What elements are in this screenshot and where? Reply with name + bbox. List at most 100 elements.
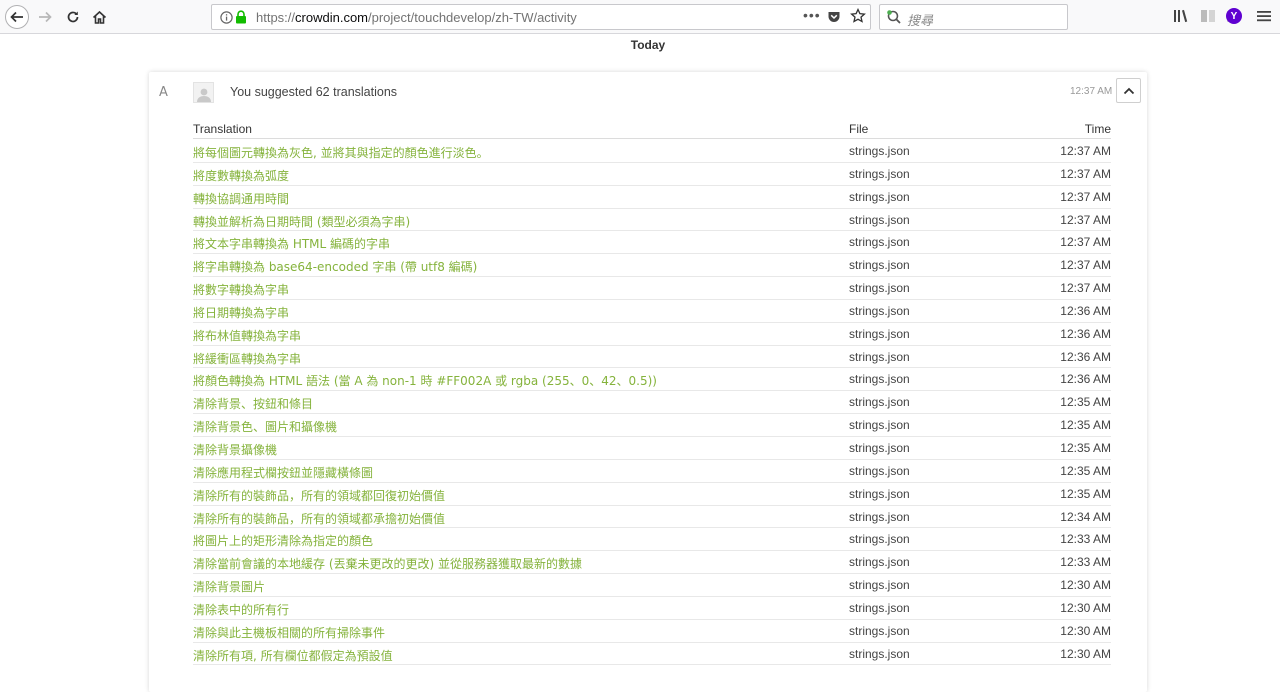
row-time: 12:37 AM bbox=[1060, 190, 1111, 204]
translation-link[interactable]: 清除所有項, 所有欄位都假定為預設值 bbox=[193, 647, 393, 664]
translation-link[interactable]: 清除表中的所有行 bbox=[193, 601, 289, 618]
avatar bbox=[193, 82, 214, 103]
library-icon[interactable] bbox=[1173, 8, 1189, 24]
file-name: strings.json bbox=[849, 235, 910, 249]
translation-link[interactable]: 將每個圖元轉換為灰色, 並將其與指定的顏色進行淡色。 bbox=[193, 144, 489, 161]
translation-link[interactable]: 清除背景色、圖片和攝像機 bbox=[193, 418, 337, 435]
file-name: strings.json bbox=[849, 167, 910, 181]
table-row: 將字串轉換為 base64-encoded 字串 (帶 utf8 編碼) stri… bbox=[193, 254, 1111, 277]
table-row: 轉換並解析為日期時間 (類型必須為字串) strings.json 12:37 AM bbox=[193, 209, 1111, 232]
translation-link[interactable]: 將顏色轉換為 HTML 語法 (當 A 為 non-1 時 #FF002A 或 … bbox=[193, 372, 657, 389]
column-header-file: File bbox=[849, 122, 868, 136]
back-button[interactable] bbox=[5, 5, 29, 29]
table-row: 清除當前會議的本地緩存 (丟棄未更改的更改) 並從服務器獲取最新的數據 strin… bbox=[193, 551, 1111, 574]
home-icon bbox=[92, 10, 107, 25]
activity-time: 12:37 AM bbox=[1070, 86, 1112, 97]
activity-summary: You suggested 62 translations bbox=[230, 85, 397, 99]
translation-link[interactable]: 將布林值轉換為字串 bbox=[193, 327, 301, 344]
column-header-time: Time bbox=[1085, 122, 1111, 136]
activity-card: A⁲ You suggested 62 translations 12:37 A… bbox=[149, 72, 1147, 692]
table-row: 將數字轉換為字串 strings.json 12:37 AM bbox=[193, 277, 1111, 300]
back-arrow-icon bbox=[10, 10, 24, 24]
profile-icon[interactable]: Y bbox=[1226, 8, 1242, 24]
menu-icon[interactable] bbox=[1256, 8, 1272, 24]
translation-link[interactable]: 轉換協調通用時間 bbox=[193, 190, 289, 207]
lock-icon bbox=[235, 10, 247, 24]
row-time: 12:37 AM bbox=[1060, 144, 1111, 158]
table-row: 清除背景圖片 strings.json 12:30 AM bbox=[193, 574, 1111, 597]
table-row: 清除背景、按鈕和條目 strings.json 12:35 AM bbox=[193, 391, 1111, 414]
translation-link[interactable]: 將度數轉換為弧度 bbox=[193, 167, 289, 184]
file-name: strings.json bbox=[849, 190, 910, 204]
translate-icon: A⁲ bbox=[159, 85, 168, 100]
translation-link[interactable]: 將圖片上的矩形清除為指定的顏色 bbox=[193, 532, 373, 549]
row-time: 12:35 AM bbox=[1060, 464, 1111, 478]
translation-link[interactable]: 清除所有的裝飾品，所有的領域都回復初始價值 bbox=[193, 487, 445, 504]
file-name: strings.json bbox=[849, 601, 910, 615]
file-name: strings.json bbox=[849, 555, 910, 569]
file-name: strings.json bbox=[849, 578, 910, 592]
browser-toolbar: https://crowdin.com/project/touchdevelop… bbox=[0, 0, 1280, 34]
file-name: strings.json bbox=[849, 258, 910, 272]
row-time: 12:35 AM bbox=[1060, 418, 1111, 432]
table-row: 將日期轉換為字串 strings.json 12:36 AM bbox=[193, 300, 1111, 323]
url-text: https://crowdin.com/project/touchdevelop… bbox=[256, 10, 577, 25]
file-name: strings.json bbox=[849, 213, 910, 227]
row-time: 12:36 AM bbox=[1060, 304, 1111, 318]
translation-link[interactable]: 將數字轉換為字串 bbox=[193, 281, 289, 298]
translation-link[interactable]: 將字串轉換為 base64-encoded 字串 (帶 utf8 編碼) bbox=[193, 258, 477, 275]
table-row: 將度數轉換為弧度 strings.json 12:37 AM bbox=[193, 163, 1111, 186]
translation-link[interactable]: 清除背景攝像機 bbox=[193, 441, 277, 458]
translation-link[interactable]: 清除與此主機板相關的所有掃除事件 bbox=[193, 624, 385, 641]
file-name: strings.json bbox=[849, 144, 910, 158]
table-row: 轉換協調通用時間 strings.json 12:37 AM bbox=[193, 186, 1111, 209]
file-name: strings.json bbox=[849, 487, 910, 501]
search-placeholder: 搜尋 bbox=[907, 10, 933, 29]
reader-view-icon[interactable] bbox=[1200, 8, 1216, 24]
pocket-icon[interactable] bbox=[827, 10, 841, 24]
translation-link[interactable]: 轉換並解析為日期時間 (類型必須為字串) bbox=[193, 213, 410, 230]
translation-link[interactable]: 清除所有的裝飾品，所有的領域都承擔初始價值 bbox=[193, 510, 445, 527]
translation-link[interactable]: 清除當前會議的本地緩存 (丟棄未更改的更改) 並從服務器獲取最新的數據 bbox=[193, 555, 582, 572]
bookmark-star-icon[interactable] bbox=[850, 8, 866, 24]
search-bar[interactable]: 搜尋 bbox=[879, 4, 1068, 30]
table-row: 將布林值轉換為字串 strings.json 12:36 AM bbox=[193, 323, 1111, 346]
file-name: strings.json bbox=[849, 647, 910, 661]
row-time: 12:33 AM bbox=[1060, 555, 1111, 569]
table-row: 將緩衝區轉換為字串 strings.json 12:36 AM bbox=[193, 346, 1111, 369]
row-time: 12:30 AM bbox=[1060, 601, 1111, 615]
translation-link[interactable]: 清除背景、按鈕和條目 bbox=[193, 395, 313, 412]
row-time: 12:30 AM bbox=[1060, 624, 1111, 638]
translation-link[interactable]: 將文本字串轉換為 HTML 編碼的字串 bbox=[193, 235, 390, 252]
reload-button[interactable] bbox=[61, 5, 85, 29]
url-scheme: https:// bbox=[256, 10, 295, 25]
table-row: 清除表中的所有行 strings.json 12:30 AM bbox=[193, 597, 1111, 620]
row-time: 12:35 AM bbox=[1060, 441, 1111, 455]
row-time: 12:37 AM bbox=[1060, 258, 1111, 272]
user-silhouette-icon bbox=[197, 86, 211, 102]
page-actions-more-icon[interactable]: ••• bbox=[803, 7, 821, 23]
row-time: 12:37 AM bbox=[1060, 167, 1111, 181]
day-label: Today bbox=[0, 38, 1280, 52]
info-icon[interactable] bbox=[220, 11, 233, 24]
table-row: 清除所有的裝飾品，所有的領域都承擔初始價值 strings.json 12:34 A… bbox=[193, 506, 1111, 529]
translation-link[interactable]: 清除背景圖片 bbox=[193, 578, 265, 595]
translation-link[interactable]: 將緩衝區轉換為字串 bbox=[193, 350, 301, 367]
row-time: 12:30 AM bbox=[1060, 578, 1111, 592]
table-row: 將圖片上的矩形清除為指定的顏色 strings.json 12:33 AM bbox=[193, 528, 1111, 551]
table-row: 將每個圖元轉換為灰色, 並將其與指定的顏色進行淡色。 strings.json 12… bbox=[193, 140, 1111, 163]
file-name: strings.json bbox=[849, 327, 910, 341]
row-time: 12:36 AM bbox=[1060, 327, 1111, 341]
translation-link[interactable]: 將日期轉換為字串 bbox=[193, 304, 289, 321]
url-bar[interactable]: https://crowdin.com/project/touchdevelop… bbox=[211, 4, 871, 30]
translation-link[interactable]: 清除應用程式欄按鈕並隱藏橫條圖 bbox=[193, 464, 373, 481]
file-name: strings.json bbox=[849, 510, 910, 524]
chevron-up-icon bbox=[1123, 87, 1135, 95]
collapse-button[interactable] bbox=[1116, 78, 1141, 103]
row-time: 12:36 AM bbox=[1060, 350, 1111, 364]
row-time: 12:34 AM bbox=[1060, 510, 1111, 524]
table-row: 清除所有項, 所有欄位都假定為預設值 strings.json 12:30 AM bbox=[193, 643, 1111, 666]
home-button[interactable] bbox=[87, 5, 111, 29]
file-name: strings.json bbox=[849, 304, 910, 318]
forward-button[interactable] bbox=[33, 5, 57, 29]
